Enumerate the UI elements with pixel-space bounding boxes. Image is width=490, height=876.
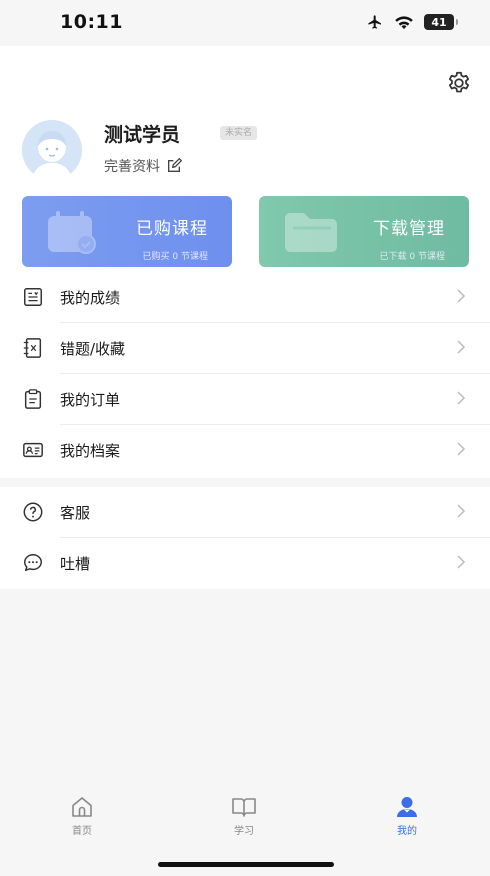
menu-item-customer-service[interactable]: 客服 — [0, 487, 490, 538]
status-icons: 41 — [366, 14, 458, 30]
menu-item-label: 我的成绩 — [60, 289, 121, 307]
menu-item-feedback[interactable]: 吐槽 — [0, 538, 490, 589]
tab-label: 学习 — [234, 826, 254, 837]
folder-icon — [285, 213, 337, 252]
chevron-right-icon — [457, 340, 466, 354]
purchased-courses-count: 已购买 0 节课程 — [142, 252, 208, 262]
score-icon — [24, 288, 42, 306]
clipboard-icon — [24, 389, 42, 409]
download-manager-title: 下载管理 — [373, 219, 445, 239]
menu-item-label: 我的档案 — [60, 442, 121, 460]
avatar[interactable] — [22, 120, 82, 180]
wifi-icon — [395, 15, 413, 29]
status-bar: 10:11 41 — [0, 0, 490, 46]
edit-profile-link[interactable]: 完善资料 — [104, 156, 182, 176]
profile-card: 测试学员 未实名 完善资料 已购课程 已购买 0 节课程 下载管理 已下载 0 … — [0, 46, 490, 478]
chevron-right-icon — [457, 289, 466, 303]
settings-gear-icon[interactable] — [446, 70, 472, 96]
menu-item-label: 错题/收藏 — [60, 340, 126, 358]
menu-item-mistakes-favorites[interactable]: 错题/收藏 — [0, 323, 490, 374]
battery-icon: 41 — [424, 14, 458, 30]
status-time: 10:11 — [60, 11, 123, 33]
download-manager-card[interactable]: 下载管理 已下载 0 节课程 — [259, 196, 469, 267]
help-icon — [23, 502, 43, 522]
menu-item-label: 客服 — [60, 504, 91, 522]
notebook-icon — [23, 338, 42, 358]
tab-home[interactable]: 首页 — [42, 796, 122, 837]
purchased-courses-title: 已购课程 — [136, 219, 208, 239]
purchased-courses-card[interactable]: 已购课程 已购买 0 节课程 — [22, 196, 232, 267]
menu-item-scores[interactable]: 我的成绩 — [0, 272, 490, 323]
tab-label: 首页 — [72, 826, 92, 837]
user-name: 测试学员 — [104, 124, 181, 146]
menu-item-orders[interactable]: 我的订单 — [0, 374, 490, 425]
tab-study[interactable]: 学习 — [204, 796, 284, 837]
chevron-right-icon — [457, 442, 466, 456]
id-card-icon — [23, 442, 43, 458]
menu-list: 我的成绩 错题/收藏 我的订单 我的档案 — [0, 272, 490, 476]
battery-level: 41 — [431, 15, 447, 29]
chat-icon — [24, 554, 42, 572]
tab-mine[interactable]: 我的 — [367, 796, 447, 837]
edit-icon — [168, 158, 182, 172]
calendar-icon — [48, 211, 96, 254]
edit-profile-label: 完善资料 — [104, 159, 160, 175]
person-icon — [397, 797, 417, 817]
chevron-right-icon — [457, 504, 466, 518]
chevron-right-icon — [457, 391, 466, 405]
downloaded-count: 已下载 0 节课程 — [379, 252, 445, 262]
avatar-illustration-icon — [22, 120, 82, 180]
home-indicator — [158, 862, 334, 867]
airplane-icon — [368, 15, 381, 29]
home-icon — [72, 797, 92, 817]
menu-item-label: 吐槽 — [60, 555, 91, 573]
tab-label: 我的 — [397, 826, 417, 837]
bottom-tab-bar: 首页 学习 我的 — [0, 796, 490, 856]
verification-badge: 未实名 — [220, 126, 258, 140]
service-card: 客服 吐槽 — [0, 487, 490, 589]
book-icon — [232, 798, 256, 817]
menu-item-profile-records[interactable]: 我的档案 — [0, 425, 490, 476]
chevron-right-icon — [457, 555, 466, 569]
menu-item-label: 我的订单 — [60, 391, 121, 409]
